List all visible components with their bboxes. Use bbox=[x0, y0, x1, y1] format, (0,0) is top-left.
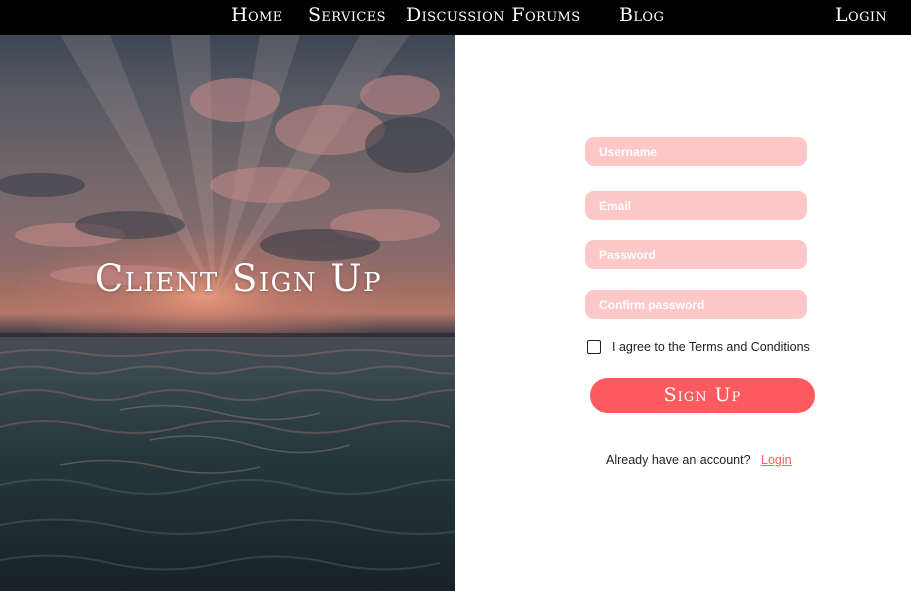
hero-title: Client Sign Up bbox=[94, 257, 383, 300]
hero-scenery bbox=[0, 35, 455, 591]
terms-checkbox[interactable] bbox=[587, 340, 601, 354]
email-field[interactable] bbox=[585, 191, 807, 220]
nav-link-blog[interactable]: Blog bbox=[619, 4, 664, 26]
top-nav-bar: Home Services Discussion Forums Blog Log… bbox=[0, 0, 911, 35]
terms-label: I agree to the Terms and Conditions bbox=[612, 340, 810, 354]
have-account-text: Already have an account? bbox=[606, 453, 751, 467]
username-field[interactable] bbox=[585, 137, 807, 166]
password-field[interactable] bbox=[585, 240, 807, 269]
hero-sunset-sea-image: Client Sign Up bbox=[0, 35, 455, 591]
nav-link-discussion-forums[interactable]: Discussion Forums bbox=[406, 4, 581, 26]
nav-link-login[interactable]: Login bbox=[835, 4, 887, 26]
nav-link-services[interactable]: Services bbox=[308, 4, 386, 26]
login-link[interactable]: Login bbox=[758, 453, 792, 467]
sign-up-button[interactable]: Sign Up bbox=[590, 378, 815, 413]
confirm-password-field[interactable] bbox=[585, 290, 807, 319]
nav-link-home[interactable]: Home bbox=[231, 4, 283, 26]
